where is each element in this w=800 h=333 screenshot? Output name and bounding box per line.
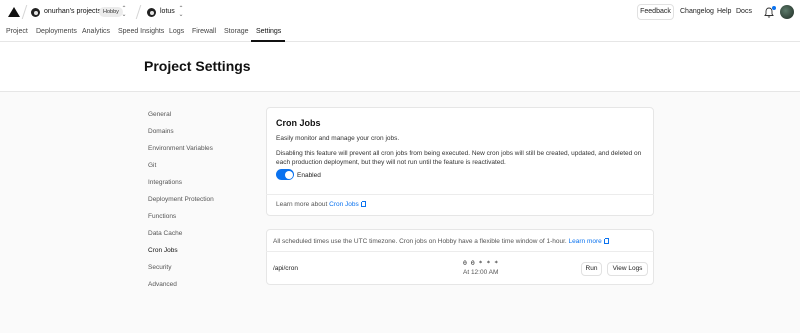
view-logs-button[interactable]: View Logs <box>607 262 648 276</box>
cron-job-time: At 12:00 AM <box>463 269 499 276</box>
card-divider <box>266 194 654 195</box>
team-name[interactable]: onurhan's projects <box>44 8 101 15</box>
cron-job-schedule: 0 0 * * * <box>463 259 499 267</box>
external-link-icon <box>360 201 367 207</box>
tab-storage[interactable]: Storage <box>224 28 249 35</box>
tab-speed-insights[interactable]: Speed Insights <box>118 28 164 35</box>
schedule-note-text: All scheduled times use the UTC timezone… <box>273 238 567 245</box>
breadcrumb-separator <box>135 5 142 19</box>
team-switcher-chevron-icon[interactable]: ⌃ ⌄ <box>121 6 127 18</box>
notification-dot <box>772 6 776 10</box>
tab-settings[interactable]: Settings <box>256 28 281 35</box>
tab-analytics[interactable]: Analytics <box>82 28 110 35</box>
sidebar-item-domains[interactable]: Domains <box>148 128 174 135</box>
toggle-label: Enabled <box>297 172 321 179</box>
sidebar-item-data-cache[interactable]: Data Cache <box>148 230 182 237</box>
sidebar-item-cron-jobs[interactable]: Cron Jobs <box>148 247 178 254</box>
tab-firewall[interactable]: Firewall <box>192 28 216 35</box>
sidebar-item-integrations[interactable]: Integrations <box>148 179 182 186</box>
plan-badge: Hobby <box>99 7 123 17</box>
external-link-icon <box>603 238 610 244</box>
learn-more-row: Learn more about Cron Jobs <box>276 201 367 208</box>
sidebar-item-general[interactable]: General <box>148 111 171 118</box>
cron-card-title: Cron Jobs <box>276 118 321 128</box>
tab-deployments[interactable]: Deployments <box>36 28 77 35</box>
user-avatar[interactable] <box>780 5 794 19</box>
project-nav: Project Deployments Analytics Speed Insi… <box>0 24 800 42</box>
schedule-note: All scheduled times use the UTC timezone… <box>273 238 610 245</box>
cron-job-path: /api/cron <box>273 265 298 272</box>
sidebar-item-git[interactable]: Git <box>148 162 156 169</box>
schedule-learn-more-link[interactable]: Learn more <box>569 238 610 245</box>
tab-logs[interactable]: Logs <box>169 28 184 35</box>
project-name[interactable]: lotus <box>160 8 175 15</box>
feedback-button[interactable]: Feedback <box>637 4 674 20</box>
sidebar-item-environment-variables[interactable]: Environment Variables <box>148 145 213 152</box>
sidebar-item-security[interactable]: Security <box>148 264 171 271</box>
cron-jobs-docs-link[interactable]: Cron Jobs <box>329 201 367 208</box>
run-button[interactable]: Run <box>581 262 602 276</box>
help-link[interactable]: Help <box>717 8 731 15</box>
team-avatar <box>31 8 40 17</box>
sidebar-item-deployment-protection[interactable]: Deployment Protection <box>148 196 214 203</box>
top-bar: onurhan's projects Hobby ⌃ ⌄ lotus ⌃ ⌄ Fee… <box>0 0 800 24</box>
learn-more-prefix: Learn more about <box>276 201 328 208</box>
list-divider <box>266 251 654 252</box>
sidebar-item-advanced[interactable]: Advanced <box>148 281 177 288</box>
cron-card-description: Disabling this feature will prevent all … <box>276 150 642 166</box>
docs-link[interactable]: Docs <box>736 8 752 15</box>
tab-project[interactable]: Project <box>6 28 28 35</box>
page-header <box>0 42 800 92</box>
cron-enabled-toggle[interactable] <box>276 169 294 180</box>
page-title: Project Settings <box>144 58 251 74</box>
vercel-logo-icon[interactable] <box>8 7 20 17</box>
project-switcher-chevron-icon[interactable]: ⌃ ⌄ <box>178 6 184 18</box>
breadcrumb-separator <box>21 5 28 19</box>
sidebar-item-functions[interactable]: Functions <box>148 213 176 220</box>
cron-card-subtitle: Easily monitor and manage your cron jobs… <box>276 135 400 142</box>
project-avatar <box>147 8 156 17</box>
changelog-link[interactable]: Changelog <box>680 8 714 15</box>
